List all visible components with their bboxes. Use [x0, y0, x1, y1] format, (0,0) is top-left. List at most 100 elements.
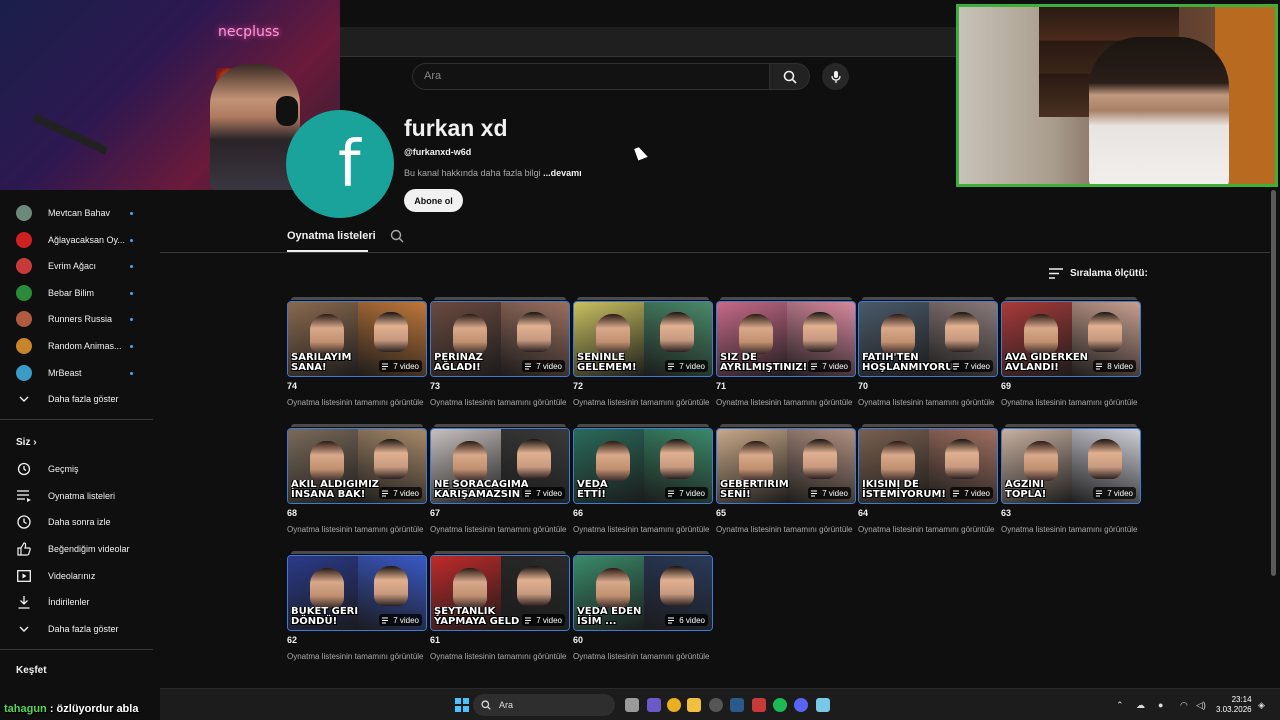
channel-avatar[interactable]: f — [286, 110, 394, 218]
tray-chevron-icon[interactable]: ⌃ — [1116, 700, 1124, 711]
show-more-you[interactable]: Daha fazla göster — [16, 619, 119, 639]
subscription-item[interactable]: Mevtcan Bahav — [16, 203, 133, 223]
playlist-title[interactable]: 68 — [287, 508, 297, 518]
voice-search-button[interactable] — [822, 63, 849, 90]
sidebar-item-your-videos[interactable]: Videolarınız — [16, 566, 95, 586]
task-view-icon[interactable] — [625, 698, 639, 712]
view-full-playlist-link[interactable]: Oynatma listesinin tamamını görüntüle — [430, 525, 567, 534]
volume-icon[interactable]: ◁) — [1196, 700, 1206, 711]
view-full-playlist-link[interactable]: Oynatma listesinin tamamını görüntüle — [430, 398, 567, 407]
microphone-tray-icon[interactable]: ● — [1158, 700, 1163, 710]
view-full-playlist-link[interactable]: Oynatma listesinin tamamını görüntüle — [287, 652, 424, 661]
view-full-playlist-link[interactable]: Oynatma listesinin tamamını görüntüle — [287, 525, 424, 534]
playlist-title[interactable]: 65 — [716, 508, 726, 518]
playlist-thumbnail[interactable]: GEBERTİRİM SENİ! 7 video — [716, 428, 856, 504]
view-full-playlist-link[interactable]: Oynatma listesinin tamamını görüntüle — [1001, 398, 1138, 407]
subscribe-button[interactable]: Abone ol — [404, 189, 463, 212]
playlist-title[interactable]: 72 — [573, 381, 583, 391]
playlist-thumbnail[interactable]: AĞZINI TOPLA! 7 video — [1001, 428, 1141, 504]
channel-search-button[interactable] — [390, 229, 404, 248]
steam-icon[interactable] — [730, 698, 744, 712]
playlist-title[interactable]: 70 — [858, 381, 868, 391]
taskbar-search[interactable]: Ara — [473, 694, 615, 716]
sort-button[interactable]: Sıralama ölçütü: — [1049, 268, 1148, 279]
playlist-card[interactable]: BUKET GERİ DÖNDÜ! 7 video 62 Oynatma listesi… — [287, 551, 427, 676]
playlist-title[interactable]: 60 — [573, 635, 583, 645]
view-full-playlist-link[interactable]: Oynatma listesinin tamamını görüntüle — [858, 525, 995, 534]
subscription-item[interactable]: Evrim Ağacı — [16, 256, 133, 276]
playlist-card[interactable]: PERİNAZ AĞLADI! 7 video 73 Oynatma listesini… — [430, 297, 570, 422]
playlist-thumbnail[interactable]: VEDA EDEN İSİM ... 6 video — [573, 555, 713, 631]
playlist-card[interactable]: AKIL ALDIĞIMIZ İNSANA BAK! 7 video 68 Oynatm… — [287, 424, 427, 549]
view-full-playlist-link[interactable]: Oynatma listesinin tamamını görüntüle — [1001, 525, 1138, 534]
copilot-icon[interactable] — [647, 698, 661, 712]
playlist-thumbnail[interactable]: NE SORACAĞIMA KARIŞAMAZSIN 7 video — [430, 428, 570, 504]
playlist-thumbnail[interactable]: BUKET GERİ DÖNDÜ! 7 video — [287, 555, 427, 631]
subscription-item[interactable]: Random Animas... — [16, 336, 133, 356]
show-more-subscriptions[interactable]: Daha fazla göster — [16, 389, 119, 409]
playlist-title[interactable]: 63 — [1001, 508, 1011, 518]
about-more-link[interactable]: ...devamı — [543, 168, 582, 178]
recording-app-icon[interactable] — [752, 698, 766, 712]
playlist-title[interactable]: 66 — [573, 508, 583, 518]
playlist-thumbnail[interactable]: ŞEYTANLIK YAPMAYA GELD 7 video — [430, 555, 570, 631]
playlist-card[interactable]: İKİSİNİ DE İSTEMİYORUM! 7 video 64 Oynatma l… — [858, 424, 998, 549]
windows-start-icon[interactable] — [455, 698, 469, 712]
playlist-thumbnail[interactable]: SARILAYIM SANA! 7 video — [287, 301, 427, 377]
view-full-playlist-link[interactable]: Oynatma listesinin tamamını görüntüle — [716, 525, 853, 534]
discord-icon[interactable] — [794, 698, 808, 712]
playlist-card[interactable]: AVA GİDERKEN AVLANDI! 8 video 69 Oynatma lis… — [1001, 297, 1141, 422]
playlist-card[interactable]: FATİH'ten HOŞLANMIYORU 7 video 70 Oynatma li… — [858, 297, 998, 422]
search-button[interactable] — [770, 63, 810, 90]
view-full-playlist-link[interactable]: Oynatma listesinin tamamını görüntüle — [573, 652, 710, 661]
notification-icon[interactable]: ◈ — [1258, 700, 1265, 711]
playlist-title[interactable]: 74 — [287, 381, 297, 391]
view-full-playlist-link[interactable]: Oynatma listesinin tamamını görüntüle — [573, 398, 710, 407]
playlist-title[interactable]: 64 — [858, 508, 868, 518]
playlist-card[interactable]: VEDA ETTİ! 7 video 66 Oynatma listesinin tam… — [573, 424, 713, 549]
cloud-icon[interactable]: ☁ — [1136, 700, 1145, 711]
playlist-thumbnail[interactable]: PERİNAZ AĞLADI! 7 video — [430, 301, 570, 377]
view-full-playlist-link[interactable]: Oynatma listesinin tamamını görüntüle — [716, 398, 853, 407]
playlist-card[interactable]: NE SORACAĞIMA KARIŞAMAZSIN 7 video 67 Oynatm… — [430, 424, 570, 549]
playlist-title[interactable]: 62 — [287, 635, 297, 645]
view-full-playlist-link[interactable]: Oynatma listesinin tamamını görüntüle — [287, 398, 424, 407]
channel-about[interactable]: Bu kanal hakkında daha fazla bilgi ...de… — [404, 168, 582, 178]
playlist-card[interactable]: VEDA EDEN İSİM ... 6 video 60 Oynatma listes… — [573, 551, 713, 676]
wifi-icon[interactable]: ◠ — [1180, 700, 1188, 711]
view-full-playlist-link[interactable]: Oynatma listesinin tamamını görüntüle — [573, 525, 710, 534]
sidebar-item-liked-videos[interactable]: Beğendiğim videolar — [16, 539, 130, 559]
subscription-item[interactable]: MrBeast — [16, 363, 133, 383]
playlist-title[interactable]: 71 — [716, 381, 726, 391]
sidebar-item-history[interactable]: Geçmiş — [16, 459, 79, 479]
playlist-title[interactable]: 73 — [430, 381, 440, 391]
playlist-card[interactable]: AĞZINI TOPLA! 7 video 63 Oynatma listesinin … — [1001, 424, 1141, 549]
tab-playlists[interactable]: Oynatma listeleri — [287, 230, 376, 242]
playlist-thumbnail[interactable]: VEDA ETTİ! 7 video — [573, 428, 713, 504]
playlist-title[interactable]: 61 — [430, 635, 440, 645]
playlist-card[interactable]: SİZ DE AYRILMIŞTINIZ! 7 video 71 Oynatma lis… — [716, 297, 856, 422]
app-icon[interactable] — [709, 698, 723, 712]
subscription-item[interactable]: Ağlayacaksan Oy... — [16, 230, 133, 250]
view-full-playlist-link[interactable]: Oynatma listesinin tamamını görüntüle — [430, 652, 567, 661]
playlist-title[interactable]: 69 — [1001, 381, 1011, 391]
chrome-icon[interactable] — [667, 698, 681, 712]
playlist-card[interactable]: ŞEYTANLIK YAPMAYA GELD 7 video 61 Oynatma li… — [430, 551, 570, 676]
file-explorer-icon[interactable] — [687, 698, 701, 712]
search-input[interactable]: Ara — [412, 63, 770, 90]
playlist-card[interactable]: GEBERTİRİM SENİ! 7 video 65 Oynatma listesin… — [716, 424, 856, 549]
playlist-thumbnail[interactable]: FATİH'ten HOŞLANMIYORU 7 video — [858, 301, 998, 377]
sidebar-item-downloads[interactable]: İndirilenler — [16, 592, 90, 612]
playlist-title[interactable]: 67 — [430, 508, 440, 518]
playlist-thumbnail[interactable]: İKİSİNİ DE İSTEMİYORUM! 7 video — [858, 428, 998, 504]
view-full-playlist-link[interactable]: Oynatma listesinin tamamını görüntüle — [858, 398, 995, 407]
playlist-thumbnail[interactable]: SENİNLE GELEMEM! 7 video — [573, 301, 713, 377]
playlist-thumbnail[interactable]: AKIL ALDIĞIMIZ İNSANA BAK! 7 video — [287, 428, 427, 504]
playlist-card[interactable]: SENİNLE GELEMEM! 7 video 72 Oynatma listesin… — [573, 297, 713, 422]
playlist-thumbnail[interactable]: AVA GİDERKEN AVLANDI! 8 video — [1001, 301, 1141, 377]
playlist-thumbnail[interactable]: SİZ DE AYRILMIŞTINIZ! 7 video — [716, 301, 856, 377]
scrollbar[interactable] — [1271, 190, 1276, 576]
notepad-icon[interactable] — [816, 698, 830, 712]
subscription-item[interactable]: Runners Russia — [16, 309, 133, 329]
spotify-icon[interactable] — [773, 698, 787, 712]
